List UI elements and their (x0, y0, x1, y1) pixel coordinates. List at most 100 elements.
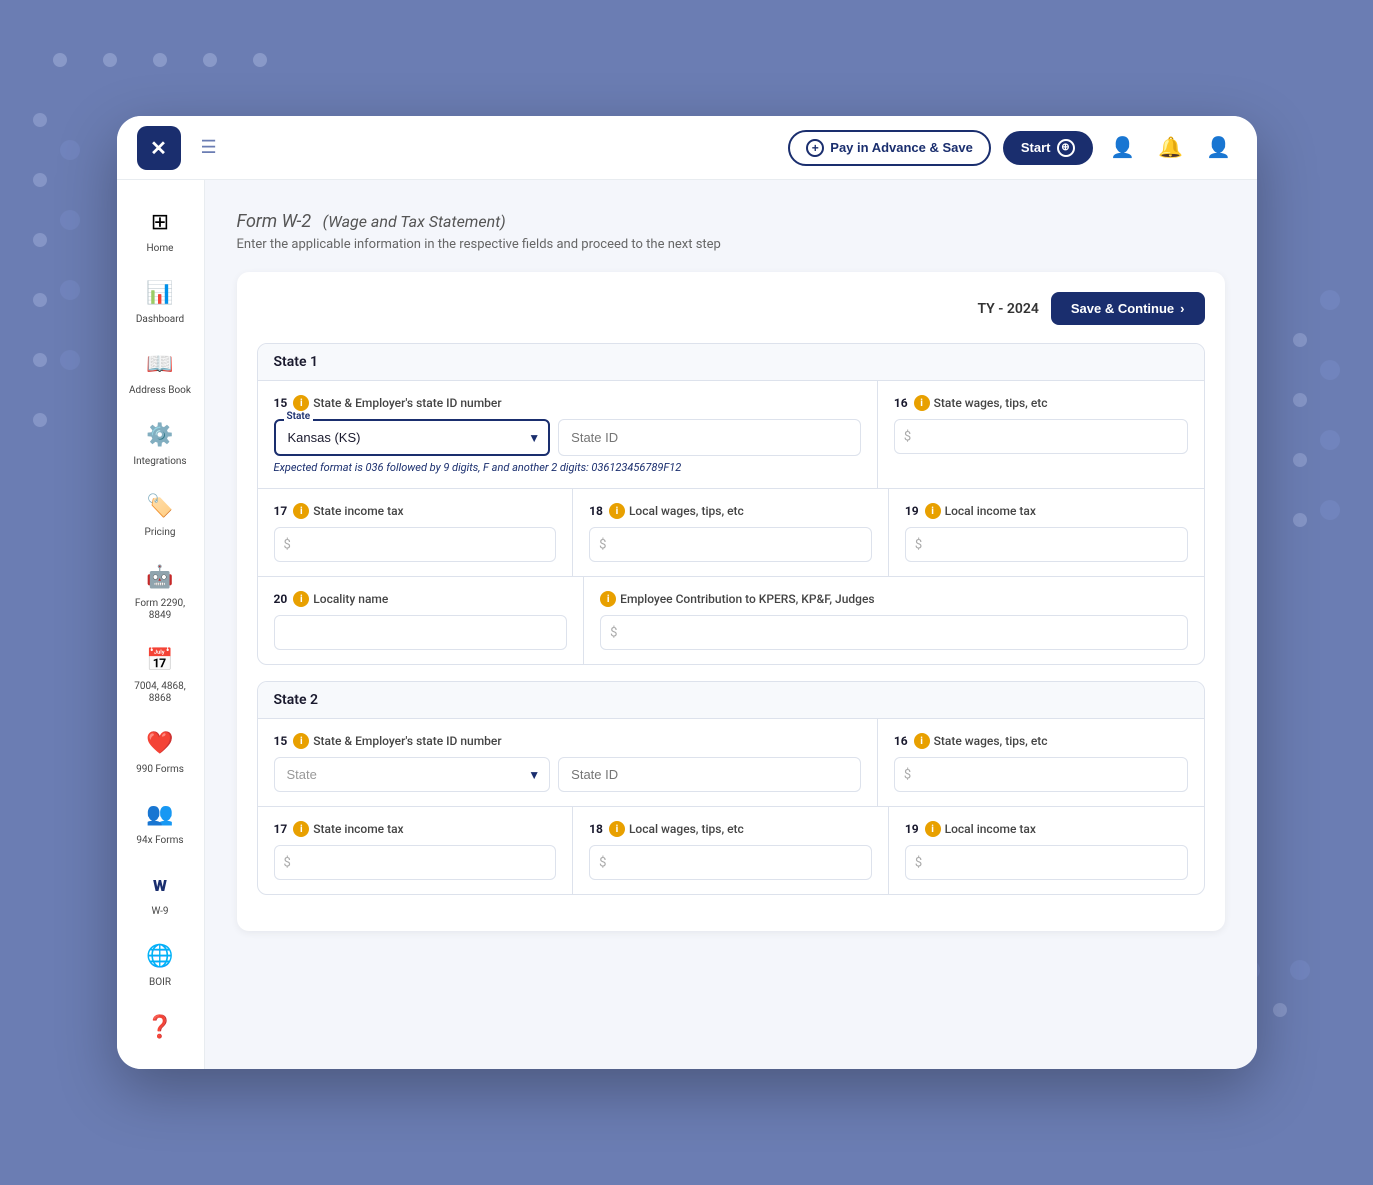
hamburger-button[interactable]: ☰ (193, 129, 225, 166)
sidebar-item-w9[interactable]: W W-9 (122, 859, 198, 926)
state2-field16-input-wrap: $ (894, 757, 1188, 792)
state1-field18-input-wrap: $ (589, 527, 872, 562)
state1-field15-cell: 15 i State & Employer's state ID number … (258, 381, 878, 488)
state1-field16-input-wrap: $ (894, 419, 1188, 454)
7004-icon: 📅 (142, 642, 178, 678)
kpers-label-text: Employee Contribution to KPERS, KP&F, Ju… (620, 592, 874, 606)
state2-field15-label: 15 i State & Employer's state ID number (274, 733, 861, 749)
form-card-header: TY - 2024 Save & Continue › (257, 292, 1205, 325)
bell-icon-button[interactable]: 🔔 (1153, 130, 1189, 166)
state1-section: State 1 15 i State & Employer's state ID… (257, 343, 1205, 665)
state2-section: State 2 15 i State & Employer's state ID… (257, 681, 1205, 895)
sidebar-item-home[interactable]: ⊞ Home (122, 196, 198, 263)
state1-field15-label: 15 i State & Employer's state ID number (274, 395, 861, 411)
sidebar-item-dashboard[interactable]: 📊 Dashboard (122, 267, 198, 334)
sidebar-item-94xforms[interactable]: 👥 94x Forms (122, 788, 198, 855)
state1-field17-input-wrap: $ (274, 527, 557, 562)
sidebar-item-boir[interactable]: 🌐 BOIR (122, 930, 198, 997)
user-icon: 👤 (1206, 135, 1231, 160)
state2-field17-input[interactable] (274, 845, 557, 880)
state1-body: 15 i State & Employer's state ID number … (258, 381, 1204, 664)
state1-kpers-input-wrap: $ (600, 615, 1187, 650)
sidebar-item-990forms[interactable]: ❤️ 990 Forms (122, 717, 198, 784)
state2-field15-label-text: State & Employer's state ID number (313, 734, 501, 748)
state2-header: State 2 (258, 682, 1204, 719)
sidebar-item-integrations[interactable]: ⚙️ Integrations (122, 409, 198, 476)
state1-field19-label: 19 i Local income tax (905, 503, 1188, 519)
state2-field15-inputs: State ▼ (274, 757, 861, 792)
save-continue-button[interactable]: Save & Continue › (1051, 292, 1205, 325)
state1-state-id-input[interactable] (558, 419, 861, 456)
state-select-float-label: State (284, 411, 314, 422)
state2-field16-input[interactable] (894, 757, 1188, 792)
plus-circle-icon: + (806, 139, 824, 157)
state2-field19-info-icon[interactable]: i (925, 821, 941, 837)
state1-field18-input[interactable] (589, 527, 872, 562)
sidebar-item-pricing[interactable]: 🏷️ Pricing (122, 480, 198, 547)
sidebar-item-7004[interactable]: 📅 7004, 4868, 8868 (122, 634, 198, 713)
user-icon-button[interactable]: 👤 (1201, 130, 1237, 166)
state2-field19-input[interactable] (905, 845, 1188, 880)
state1-field18-cell: 18 i Local wages, tips, etc $ (573, 489, 889, 576)
field20-number: 20 (274, 592, 288, 606)
state2-field16-label: 16 i State wages, tips, etc (894, 733, 1188, 749)
state1-kpers-input[interactable] (600, 615, 1187, 650)
start-button[interactable]: Start ⊕ (1003, 131, 1093, 165)
state1-field20-label: 20 i Locality name (274, 591, 568, 607)
field18-number: 18 (589, 504, 603, 518)
pay-advance-button[interactable]: + Pay in Advance & Save (788, 130, 991, 166)
state2-field19-number: 19 (905, 822, 919, 836)
sidebar-label-integrations: Integrations (133, 456, 186, 468)
state2-state-select[interactable]: State (274, 757, 551, 792)
state2-field18-number: 18 (589, 822, 603, 836)
state2-field17-info-icon[interactable]: i (293, 821, 309, 837)
integrations-icon: ⚙️ (142, 417, 178, 453)
state1-kpers-label: i Employee Contribution to KPERS, KP&F, … (600, 591, 1187, 607)
form-card: TY - 2024 Save & Continue › State 1 (237, 272, 1225, 931)
state1-field20-input[interactable] (274, 615, 568, 650)
field16-dollar-sign: $ (904, 429, 911, 444)
state1-kpers-cell: i Employee Contribution to KPERS, KP&F, … (584, 577, 1203, 664)
sidebar-bottom: ❓ (122, 1001, 198, 1053)
form-subtitle: (Wage and Tax Statement) (323, 212, 506, 231)
pay-advance-label: Pay in Advance & Save (830, 140, 973, 155)
state1-field19-input-wrap: $ (905, 527, 1188, 562)
sidebar-label-94xforms: 94x Forms (136, 835, 183, 847)
field19-dollar-sign: $ (915, 537, 922, 552)
state2-field16-info-icon[interactable]: i (914, 733, 930, 749)
address-book-icon: 📖 (142, 346, 178, 382)
content-area: Form W-2 (Wage and Tax Statement) Enter … (205, 180, 1257, 1069)
kpers-info-icon[interactable]: i (600, 591, 616, 607)
field16-info-icon[interactable]: i (914, 395, 930, 411)
sidebar-item-help[interactable]: ❓ (122, 1001, 198, 1053)
field17-dollar-sign: $ (284, 537, 291, 552)
state2-field19-label-text: Local income tax (945, 822, 1036, 836)
sidebar-item-form2290[interactable]: 🤖 Form 2290, 8849 (122, 551, 198, 630)
state2-field18-input[interactable] (589, 845, 872, 880)
state2-state-id-input[interactable] (558, 757, 861, 792)
field19-number: 19 (905, 504, 919, 518)
state2-field15-info-icon[interactable]: i (293, 733, 309, 749)
contacts-icon-button[interactable]: 👤 (1105, 130, 1141, 166)
field17-info-icon[interactable]: i (293, 503, 309, 519)
form-name: Form W-2 (237, 211, 312, 232)
field15-label-text: State & Employer's state ID number (313, 396, 501, 410)
logo[interactable]: ✕ (137, 126, 181, 170)
page-title: Form W-2 (Wage and Tax Statement) (237, 208, 1225, 233)
field15-info-icon[interactable]: i (293, 395, 309, 411)
field19-info-icon[interactable]: i (925, 503, 941, 519)
state2-field19-dollar: $ (915, 855, 922, 870)
field20-info-icon[interactable]: i (293, 591, 309, 607)
sidebar-label-boir: BOIR (149, 977, 171, 989)
state1-field15-inputs: State Kansas (KS) ▼ (274, 419, 861, 456)
state1-field16-input[interactable] (894, 419, 1188, 454)
state1-field19-input[interactable] (905, 527, 1188, 562)
state2-field17-dollar: $ (284, 855, 291, 870)
state1-state-select[interactable]: Kansas (KS) (274, 419, 551, 456)
sidebar-item-address-book[interactable]: 📖 Address Book (122, 338, 198, 405)
field18-info-icon[interactable]: i (609, 503, 625, 519)
state2-field15-cell: 15 i State & Employer's state ID number … (258, 719, 878, 806)
state2-field18-info-icon[interactable]: i (609, 821, 625, 837)
pricing-icon: 🏷️ (142, 488, 178, 524)
state1-field17-input[interactable] (274, 527, 557, 562)
